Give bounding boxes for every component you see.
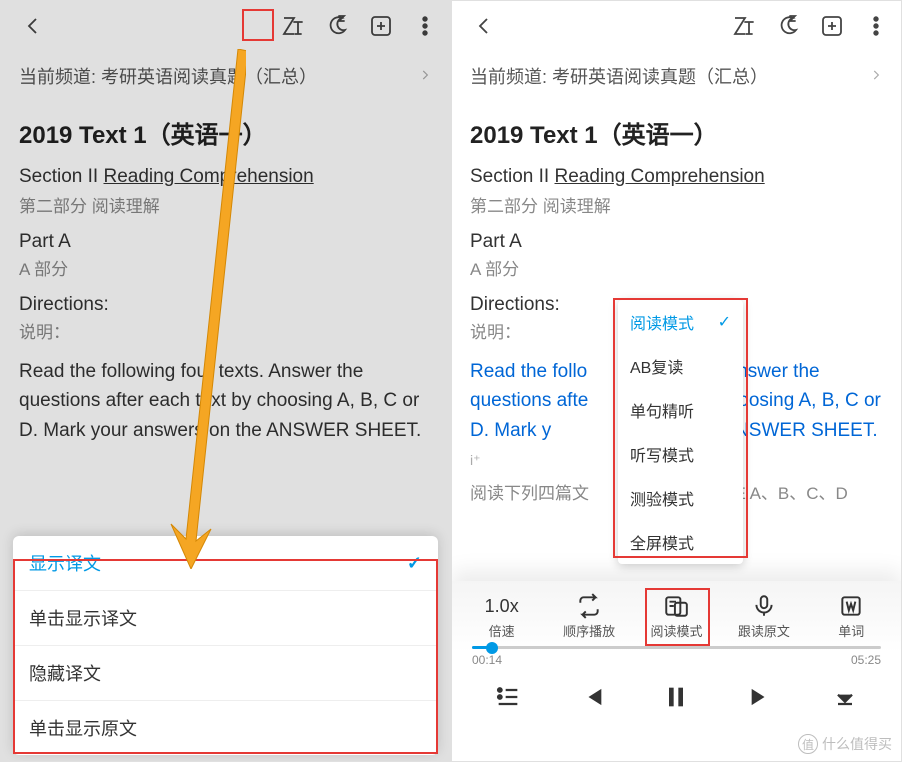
playlist-icon[interactable] — [494, 683, 522, 716]
translate-icon[interactable] — [731, 13, 757, 39]
mode-item-ab[interactable]: AB复读 — [618, 344, 743, 388]
more-icon[interactable] — [412, 13, 438, 39]
top-bar — [1, 1, 450, 51]
back-icon[interactable] — [13, 13, 53, 39]
part-label: Part A — [470, 231, 883, 253]
chevron-right-icon — [418, 66, 432, 87]
mode-item-dictation[interactable]: 听写模式 — [618, 432, 743, 476]
progress-slider[interactable] — [452, 642, 901, 653]
menu-item-hide-translation[interactable]: 隐藏译文 — [13, 646, 438, 701]
add-icon[interactable] — [819, 13, 845, 39]
close-player-icon[interactable] — [831, 683, 859, 716]
pause-icon[interactable] — [662, 683, 690, 716]
channel-prefix: 当前频道: — [19, 63, 96, 89]
body-text: Read the following four texts. Answer th… — [19, 357, 432, 445]
channel-name: 考研英语阅读真题（汇总） — [101, 63, 317, 89]
mode-item-test[interactable]: 测验模式 — [618, 476, 743, 520]
section-heading: Section II Reading Comprehension — [19, 166, 432, 188]
sleep-timer-icon[interactable] — [775, 13, 801, 39]
directions-label: Directions: — [19, 294, 432, 316]
page-title: 2019 Text 1（英语一） — [19, 115, 432, 150]
page-title: 2019 Text 1（英语一） — [470, 115, 883, 150]
reading-mode-button[interactable]: 阅读模式 — [641, 591, 711, 640]
mic-icon — [751, 591, 777, 621]
watermark-logo: 值 — [798, 734, 818, 754]
follow-read-button[interactable]: 跟读原文 — [729, 591, 799, 640]
reading-mode-icon — [663, 591, 689, 621]
channel-prefix: 当前频道: — [470, 63, 547, 89]
section-sub: 第二部分 阅读理解 — [470, 192, 883, 217]
channel-name: 考研英语阅读真题（汇总） — [552, 63, 768, 89]
part-sub: A 部分 — [19, 255, 432, 280]
next-icon[interactable] — [747, 683, 775, 716]
chevron-right-icon — [869, 66, 883, 87]
left-screen: 当前频道: 考研英语阅读真题（汇总） 2019 Text 1（英语一） Sect… — [0, 0, 451, 762]
directions-sub: 说明： — [19, 318, 432, 343]
word-button[interactable]: 单词 — [816, 591, 886, 640]
mode-item-reading[interactable]: 阅读模式 — [618, 300, 743, 344]
menu-item-show-translation[interactable]: 显示译文 — [13, 536, 438, 591]
back-icon[interactable] — [464, 13, 504, 39]
part-label: Part A — [19, 231, 432, 253]
section-sub: 第二部分 阅读理解 — [19, 192, 432, 217]
mode-item-fullscreen[interactable]: 全屏模式 — [618, 520, 743, 564]
prev-icon[interactable] — [578, 683, 606, 716]
translate-menu: 显示译文 单击显示译文 隐藏译文 单击显示原文 — [13, 536, 438, 755]
section-heading: Section II Reading Comprehension — [470, 166, 883, 188]
sleep-timer-icon[interactable] — [324, 13, 350, 39]
translate-icon[interactable] — [280, 13, 306, 39]
watermark-text: 什么值得买 — [822, 734, 892, 754]
content-area: 2019 Text 1（英语一） Section II Reading Comp… — [1, 115, 450, 445]
mode-popup-menu: 阅读模式 AB复读 单句精听 听写模式 测验模式 全屏模式 — [618, 300, 743, 564]
time-duration: 05:25 — [851, 653, 881, 667]
top-bar — [452, 1, 901, 51]
repeat-icon — [576, 591, 602, 621]
time-current: 00:14 — [472, 653, 502, 667]
play-order-button[interactable]: 顺序播放 — [554, 591, 624, 640]
more-icon[interactable] — [863, 13, 889, 39]
add-icon[interactable] — [368, 13, 394, 39]
watermark: 值 什么值得买 — [798, 734, 892, 754]
menu-item-click-show-original[interactable]: 单击显示原文 — [13, 701, 438, 755]
mode-item-sentence[interactable]: 单句精听 — [618, 388, 743, 432]
speed-button[interactable]: 1.0x 倍速 — [467, 591, 537, 640]
part-sub: A 部分 — [470, 255, 883, 280]
menu-item-click-show-translation[interactable]: 单击显示译文 — [13, 591, 438, 646]
word-icon — [838, 591, 864, 621]
channel-row[interactable]: 当前频道: 考研英语阅读真题（汇总） — [452, 51, 901, 101]
channel-row[interactable]: 当前频道: 考研英语阅读真题（汇总） — [1, 51, 450, 101]
